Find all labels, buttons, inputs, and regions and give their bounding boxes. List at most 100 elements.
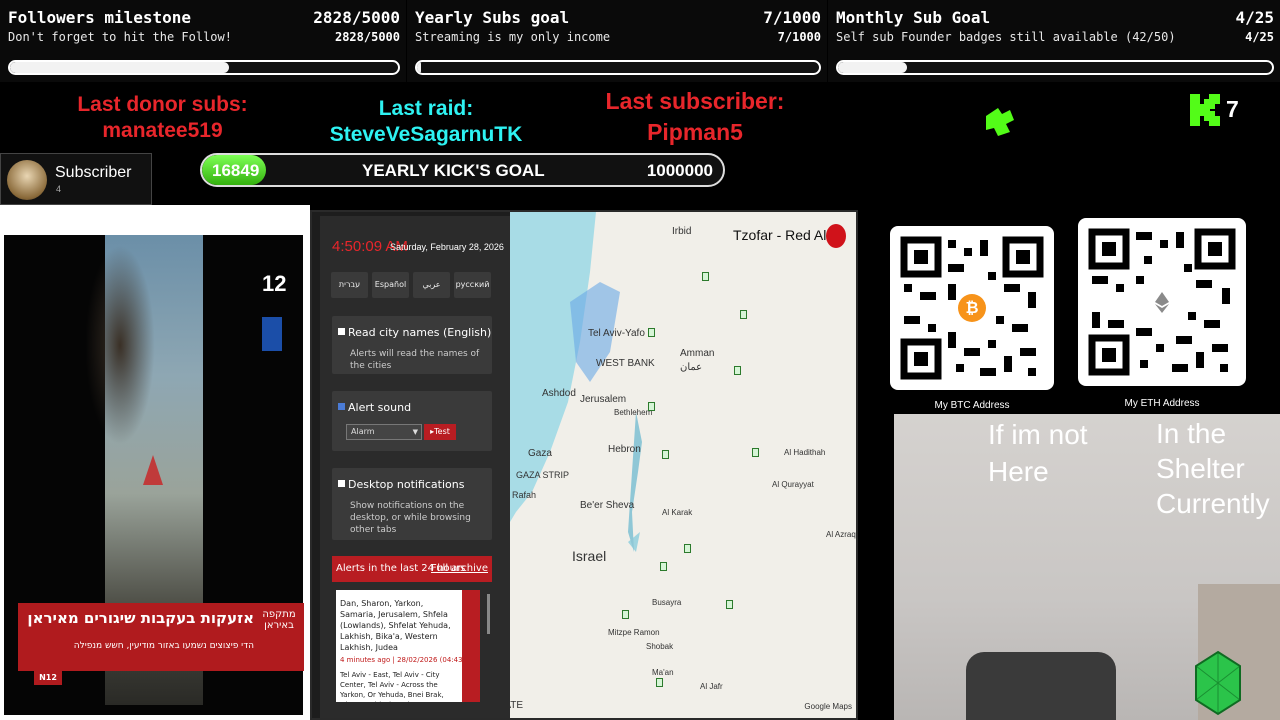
alerts-header: Alerts in the last 24 hours Full archive xyxy=(332,556,492,582)
alerts-scrollbar[interactable] xyxy=(487,594,490,634)
map-marker xyxy=(648,328,655,337)
map-label-gaza-strip: GAZA STRIP xyxy=(516,470,570,480)
last-subscriber-name: Pipman5 xyxy=(647,119,743,145)
sea-shape xyxy=(510,212,642,552)
goal-progress-fill xyxy=(838,62,908,73)
sound-select[interactable]: Alarm ▼ xyxy=(346,424,422,440)
read-city-card: Read city names (English) Alerts will re… xyxy=(332,316,492,374)
yearly-kick-current: 16849 xyxy=(212,161,260,180)
read-city-title: Read city names (English) xyxy=(348,326,492,339)
subscriber-widget: Subscriber 4 xyxy=(0,153,152,205)
goal-progress-bar xyxy=(415,60,821,75)
map-marker xyxy=(648,402,655,411)
sound-select-value: Alarm xyxy=(351,427,375,436)
goal-title: Monthly Sub Goal xyxy=(836,8,991,27)
map-marker xyxy=(726,600,733,609)
yearly-subs-goal: Yearly Subs goal 7/1000 Streaming is my … xyxy=(407,0,827,82)
map-label-amman-ar: عمان xyxy=(680,362,703,373)
kick-logo-icon xyxy=(1190,94,1220,126)
goal-count-small: 7/1000 xyxy=(777,30,821,44)
goal-title: Followers milestone xyxy=(8,8,192,27)
chair xyxy=(966,652,1116,720)
desktop-notif-checkbox[interactable] xyxy=(338,480,345,487)
btc-qr-code: ₿ xyxy=(890,226,1054,390)
subscriber-label: Subscriber xyxy=(55,164,132,181)
goal-progress-bar xyxy=(8,60,400,75)
lang-arabic-button[interactable]: عربي xyxy=(413,272,450,298)
desktop-notif-card: Desktop notifications Show notifications… xyxy=(332,468,492,540)
puzzle-icon xyxy=(986,108,1014,136)
alert-item-text-2: Tel Aviv - East, Tel Aviv - City Center,… xyxy=(340,671,444,702)
map-marker xyxy=(734,366,741,375)
map-label-irbid: Irbid xyxy=(672,226,692,237)
yearly-kick-target: 1000000 xyxy=(646,161,713,180)
map-marker xyxy=(702,272,709,281)
map-label-rafah: Rafah xyxy=(512,490,537,500)
avatar xyxy=(7,160,47,200)
goal-count: 4/25 xyxy=(1235,8,1274,27)
map-label-amman: Amman xyxy=(680,348,715,359)
subscriber-count: 4 xyxy=(56,184,62,194)
last-raid-label: Last raid: xyxy=(378,97,474,120)
lang-spanish-button[interactable]: Español xyxy=(372,272,409,298)
goal-title: Yearly Subs goal xyxy=(415,8,570,27)
map-label-al-hadithah: Al Hadithah xyxy=(784,448,826,457)
lang-russian-button[interactable]: русский xyxy=(454,272,491,298)
map-label-ashdod: Ashdod xyxy=(542,388,576,399)
news-tag-line1: מתקפה xyxy=(262,609,296,620)
news-tag: מתקפה באיראן xyxy=(262,609,296,631)
goal-count: 2828/5000 xyxy=(313,8,400,27)
last-donor-label: Last donor subs: xyxy=(77,93,248,116)
news-badge: N12 xyxy=(34,671,62,685)
alert-date: Saturday, February 28, 2026 xyxy=(390,242,504,252)
btc-address-label: My BTC Address xyxy=(934,400,1010,411)
alert-item-time: 4 minutes ago | 28/02/2026 (04:43 - 04:4… xyxy=(340,656,480,664)
map-label-al-jafr: Al Jafr xyxy=(700,682,723,691)
map-marker xyxy=(622,610,629,619)
news-video: 12 אזעקות בעקבות שיגורים מאיראן הדי פיצו… xyxy=(4,235,304,715)
eth-address-label: My ETH Address xyxy=(1124,398,1200,409)
map-label-beer-sheva: Be'er Sheva xyxy=(580,500,635,511)
alert-sound-checkbox[interactable] xyxy=(338,403,345,410)
map-label-israel: Israel xyxy=(572,548,607,564)
channel-number: 12 xyxy=(262,271,287,296)
goal-progress-bar xyxy=(836,60,1274,75)
last-subscriber-label: Last subscriber: xyxy=(605,88,785,114)
yearly-kick-goal: 16849 YEARLY KICK'S GOAL 1000000 xyxy=(200,153,725,187)
news-headline: אזעקות בעקבות שיגורים מאיראן xyxy=(27,609,254,627)
map-marker xyxy=(752,448,759,457)
last-donor-widget: Last donor subs: manatee519 xyxy=(40,92,285,144)
eth-qr-code xyxy=(1078,218,1246,386)
map-marker xyxy=(662,450,669,459)
last-raid-name: SteveVeSagarnuTK xyxy=(329,123,523,146)
test-button[interactable]: ▸Test xyxy=(424,424,456,440)
red-marker xyxy=(143,455,163,485)
map-label-jerusalem: Jerusalem xyxy=(580,394,627,405)
bitcoin-icon: ₿ xyxy=(958,294,986,322)
desktop-notif-desc: Show notifications on the desktop, or wh… xyxy=(350,501,471,535)
read-city-checkbox[interactable] xyxy=(338,328,345,335)
full-archive-link[interactable]: Full archive xyxy=(431,563,488,574)
monthly-sub-goal: Monthly Sub Goal 4/25 Self sub Founder b… xyxy=(828,0,1280,82)
channel-badge xyxy=(262,317,282,351)
read-city-desc: Alerts will read the names of the cities xyxy=(350,349,480,371)
chevron-down-icon: ▼ xyxy=(412,428,418,436)
map-label-west-bank: WEST BANK xyxy=(596,358,655,369)
map-label-governorate: GOVERNORATE xyxy=(510,700,524,711)
news-subline: הדי פיצוצים נשמעו באזור מודיעין, חשש מנפ… xyxy=(73,641,254,651)
cam-note-left: If im not Here xyxy=(988,419,1088,487)
map-attribution: Google Maps xyxy=(804,702,852,711)
green-gem-icon xyxy=(1195,650,1241,716)
news-ticker: אזעקות בעקבות שיגורים מאיראן הדי פיצוצים… xyxy=(18,603,304,671)
lang-hebrew-button[interactable]: עברית xyxy=(331,272,368,298)
kick-count: 7 xyxy=(1226,96,1239,122)
alert-item-marker xyxy=(462,590,480,702)
ethereum-icon xyxy=(1148,288,1176,316)
alert-item[interactable]: Dan, Sharon, Yarkon, Samaria, Jerusalem,… xyxy=(336,590,480,702)
map-label-maan: Ma'an xyxy=(652,668,674,677)
map-label-bethlehem: Bethlehem xyxy=(614,408,653,417)
map-label-mitzpe-ramon: Mitzpe Ramon xyxy=(608,628,660,637)
red-alert-logo-icon xyxy=(826,224,846,248)
alert-map[interactable]: Irbid Tel Aviv-Yafo WEST BANK Amman عمان… xyxy=(510,212,856,718)
goal-subtitle: Streaming is my only income xyxy=(415,30,611,44)
